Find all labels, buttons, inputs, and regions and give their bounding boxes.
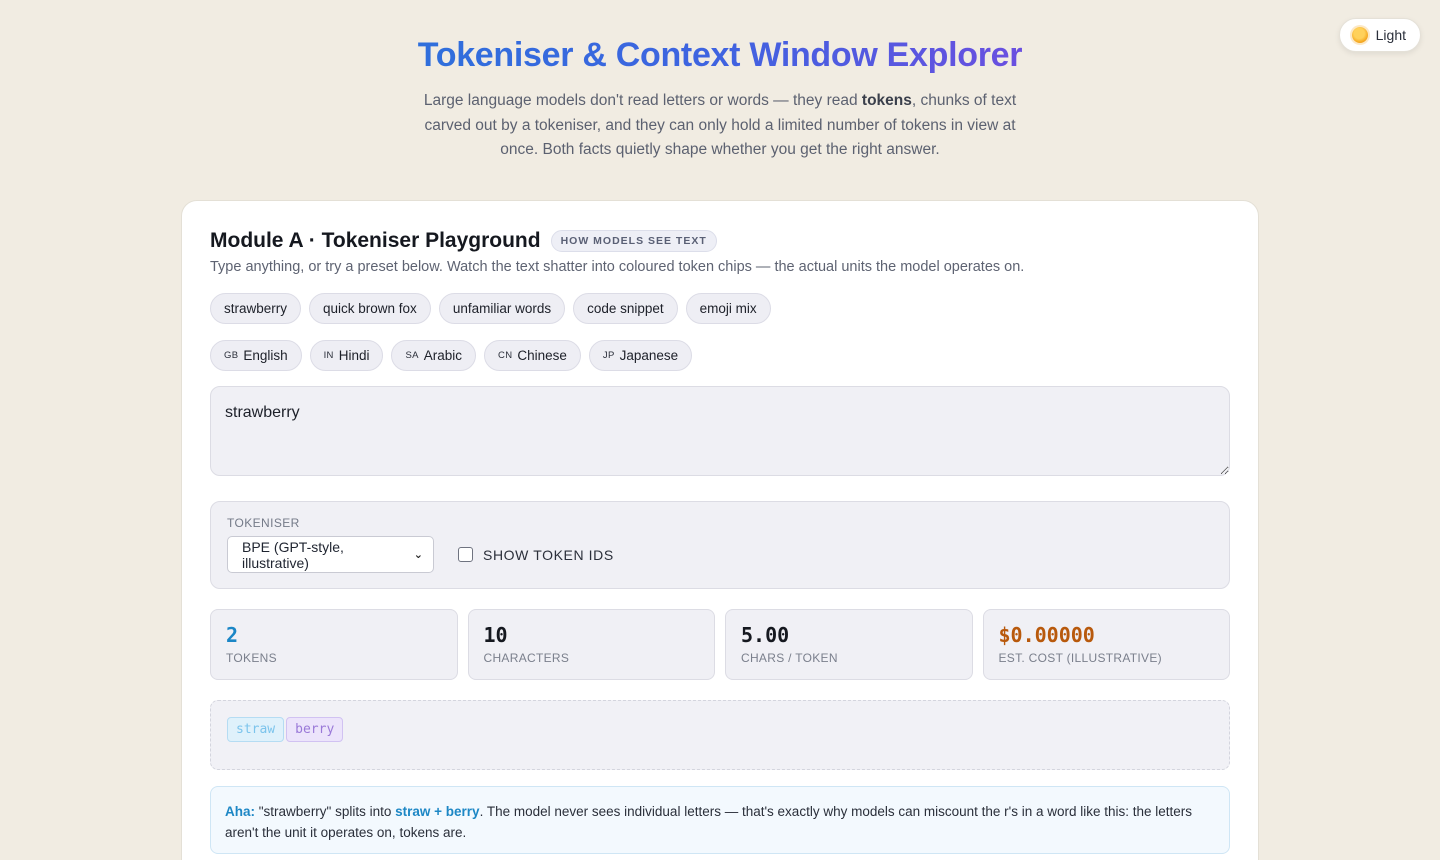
- language-chip-label: Chinese: [517, 348, 567, 363]
- module-description: Type anything, or try a preset below. Wa…: [210, 259, 1025, 275]
- module-header: Module A · Tokeniser Playground HOW MODE…: [210, 229, 1230, 253]
- stat-value: 2: [226, 623, 239, 647]
- aha-callout: Aha: "strawberry" splits into straw + be…: [210, 786, 1230, 854]
- stat-label: TOKENS: [226, 651, 277, 665]
- preset-chip-code-snippet[interactable]: code snippet: [573, 293, 678, 324]
- flag-gb-icon: GB: [224, 350, 239, 361]
- language-chip-chinese[interactable]: CN Chinese: [484, 340, 581, 371]
- preset-chip-emoji-mix[interactable]: emoji mix: [685, 293, 771, 324]
- sun-icon: [1351, 27, 1368, 43]
- text-input[interactable]: [210, 386, 1230, 476]
- flag-jp-icon: JP: [602, 350, 615, 361]
- module-badge: HOW MODELS SEE TEXT: [550, 230, 717, 252]
- tokeniser-controls: BPE (GPT-style, illustrative) ⌄ SHOW TOK…: [227, 536, 1213, 573]
- language-chip-english[interactable]: GB English: [210, 340, 302, 371]
- token-chips-output: straw berry: [210, 700, 1230, 770]
- tokeniser-selected-value: BPE (GPT-style, illustrative): [242, 538, 344, 571]
- theme-toggle-button[interactable]: Light: [1338, 18, 1421, 52]
- stat-value: 10: [483, 623, 508, 647]
- preset-chip-quick-brown-fox[interactable]: quick brown fox: [309, 293, 431, 324]
- module-title: Module A · Tokeniser Playground: [210, 229, 541, 252]
- stat-label: CHARS / TOKEN: [741, 651, 838, 665]
- stat-label: EST. COST (ILLUSTRATIVE): [998, 651, 1162, 665]
- stat-value: 5.00: [741, 623, 790, 647]
- language-chip-japanese[interactable]: JP Japanese: [588, 340, 693, 371]
- preset-chips: strawberry quick brown fox unfamiliar wo…: [210, 293, 1230, 324]
- stat-tokens: 2 TOKENS: [210, 609, 458, 680]
- flag-in-icon: IN: [323, 350, 334, 361]
- stats-row: 2 TOKENS 10 CHARACTERS 5.00 CHARS / TOKE…: [210, 609, 1230, 680]
- stat-est-cost: $0.00000 EST. COST (ILLUSTRATIVE): [982, 609, 1230, 680]
- aha-lead: Aha:: [225, 804, 255, 819]
- aha-token-berry: berry: [445, 804, 480, 819]
- stat-chars-per-token: 5.00 CHARS / TOKEN: [725, 609, 973, 680]
- aha-text: "strawberry" splits into: [255, 804, 396, 819]
- show-token-ids-checkbox[interactable]: [458, 547, 473, 562]
- show-token-ids-label: SHOW TOKEN IDS: [483, 546, 614, 563]
- token-chip[interactable]: berry: [286, 717, 344, 742]
- hero-intro-bold: tokens: [861, 92, 912, 109]
- aha-token-straw: straw: [395, 804, 431, 819]
- show-token-ids-toggle[interactable]: SHOW TOKEN IDS: [458, 547, 614, 563]
- language-chip-label: Hindi: [338, 348, 370, 363]
- language-chip-arabic[interactable]: SA Arabic: [391, 340, 477, 371]
- language-chip-hindi[interactable]: IN Hindi: [309, 340, 384, 371]
- hero-intro: Large language models don't read letters…: [415, 89, 1025, 163]
- aha-plus: +: [430, 804, 446, 819]
- language-chip-label: English: [243, 348, 288, 363]
- stat-characters: 10 CHARACTERS: [467, 609, 715, 680]
- hero-intro-before: Large language models don't read letters…: [423, 92, 862, 109]
- tokeniser-select[interactable]: BPE (GPT-style, illustrative) ⌄: [227, 536, 434, 573]
- page-title: Tokeniser & Context Window Explorer: [417, 36, 1023, 74]
- theme-toggle-label: Light: [1375, 27, 1406, 43]
- stat-label: CHARACTERS: [483, 651, 570, 665]
- flag-cn-icon: CN: [498, 350, 513, 361]
- language-chips: GB English IN Hindi SA Arabic CN Chinese…: [210, 340, 1230, 371]
- module-card: Module A · Tokeniser Playground HOW MODE…: [181, 200, 1259, 860]
- hero-header: Tokeniser & Context Window Explorer Larg…: [0, 0, 1440, 163]
- preset-chip-unfamiliar-words[interactable]: unfamiliar words: [438, 293, 566, 324]
- language-chip-label: Japanese: [619, 348, 679, 363]
- tokeniser-label: TOKENISER: [227, 516, 300, 530]
- language-chip-label: Arabic: [423, 348, 463, 363]
- flag-sa-icon: SA: [405, 350, 419, 361]
- stat-value: $0.00000: [998, 623, 1095, 647]
- chevron-down-icon: ⌄: [413, 549, 423, 561]
- token-chip[interactable]: straw: [227, 717, 285, 742]
- tokeniser-panel: TOKENISER BPE (GPT-style, illustrative) …: [210, 501, 1230, 589]
- preset-chip-strawberry[interactable]: strawberry: [210, 293, 302, 324]
